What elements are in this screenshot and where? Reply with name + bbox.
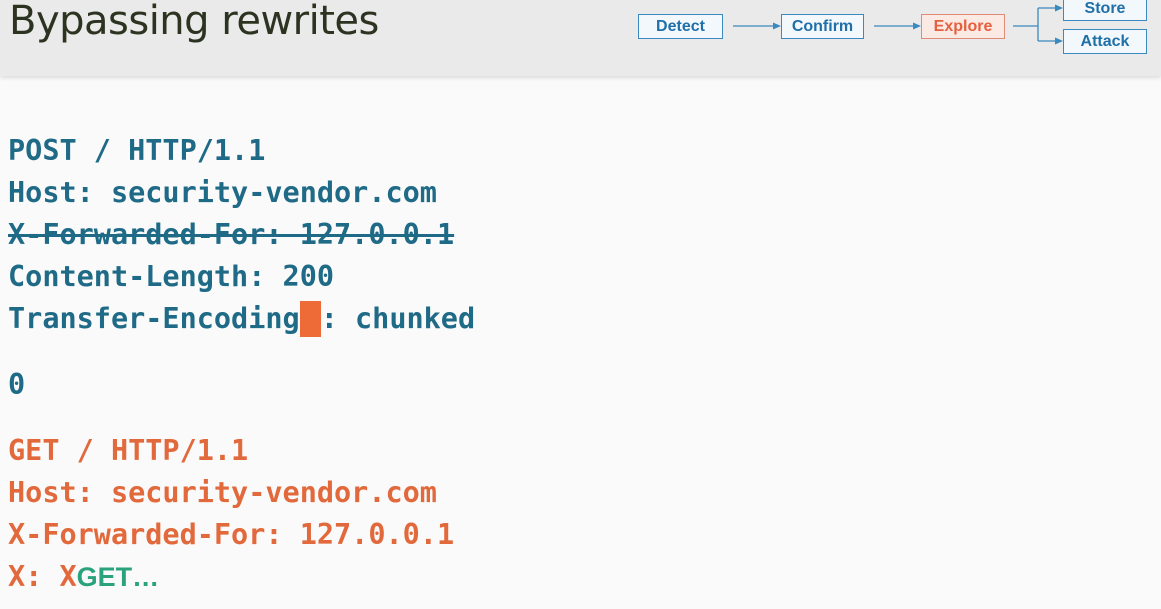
arrowhead-confirm [773, 22, 781, 30]
smuggled-x-header: X: XGET… [8, 556, 454, 598]
chunk-terminator: 0 [8, 368, 26, 401]
http-request-block: POST / HTTP/1.1 Host: security-vendor.com… [8, 130, 475, 340]
content-length-header: Content-Length: 200 [8, 260, 335, 293]
flow-step-detect: Detect [638, 14, 723, 39]
arrowhead-attack [1055, 37, 1063, 45]
slide-header: Bypassing rewrites Detect Confirm Explor… [0, 0, 1161, 76]
arrowhead-explore [913, 22, 921, 30]
flow-step-store: Store [1063, 0, 1147, 21]
appended-victim-request: GET… [76, 562, 160, 592]
forwarded-for-header-struck: X-Forwarded-For: 127.0.0.1 [8, 218, 455, 251]
smuggled-forwarded-for-header: X-Forwarded-For: 127.0.0.1 [8, 518, 455, 551]
smuggled-x-prefix: X: X [8, 560, 77, 593]
smuggled-request-line: GET / HTTP/1.1 [8, 434, 249, 467]
flow-step-confirm: Confirm [781, 14, 864, 39]
flow-step-attack: Attack [1063, 29, 1147, 54]
flow-step-explore: Explore [921, 14, 1005, 39]
transfer-encoding-value: : chunked [320, 302, 476, 335]
smuggled-request-block: GET / HTTP/1.1 Host: security-vendor.com X… [8, 430, 454, 598]
host-header: Host: security-vendor.com [8, 176, 437, 209]
request-line: POST / HTTP/1.1 [8, 134, 266, 167]
arrowhead-store [1055, 4, 1063, 12]
obfuscation-highlight [299, 301, 321, 337]
transfer-encoding-name: Transfer-Encoding [8, 302, 300, 335]
transfer-encoding-header: Transfer-Encoding : chunked [8, 298, 475, 340]
smuggled-host-header: Host: security-vendor.com [8, 476, 437, 509]
